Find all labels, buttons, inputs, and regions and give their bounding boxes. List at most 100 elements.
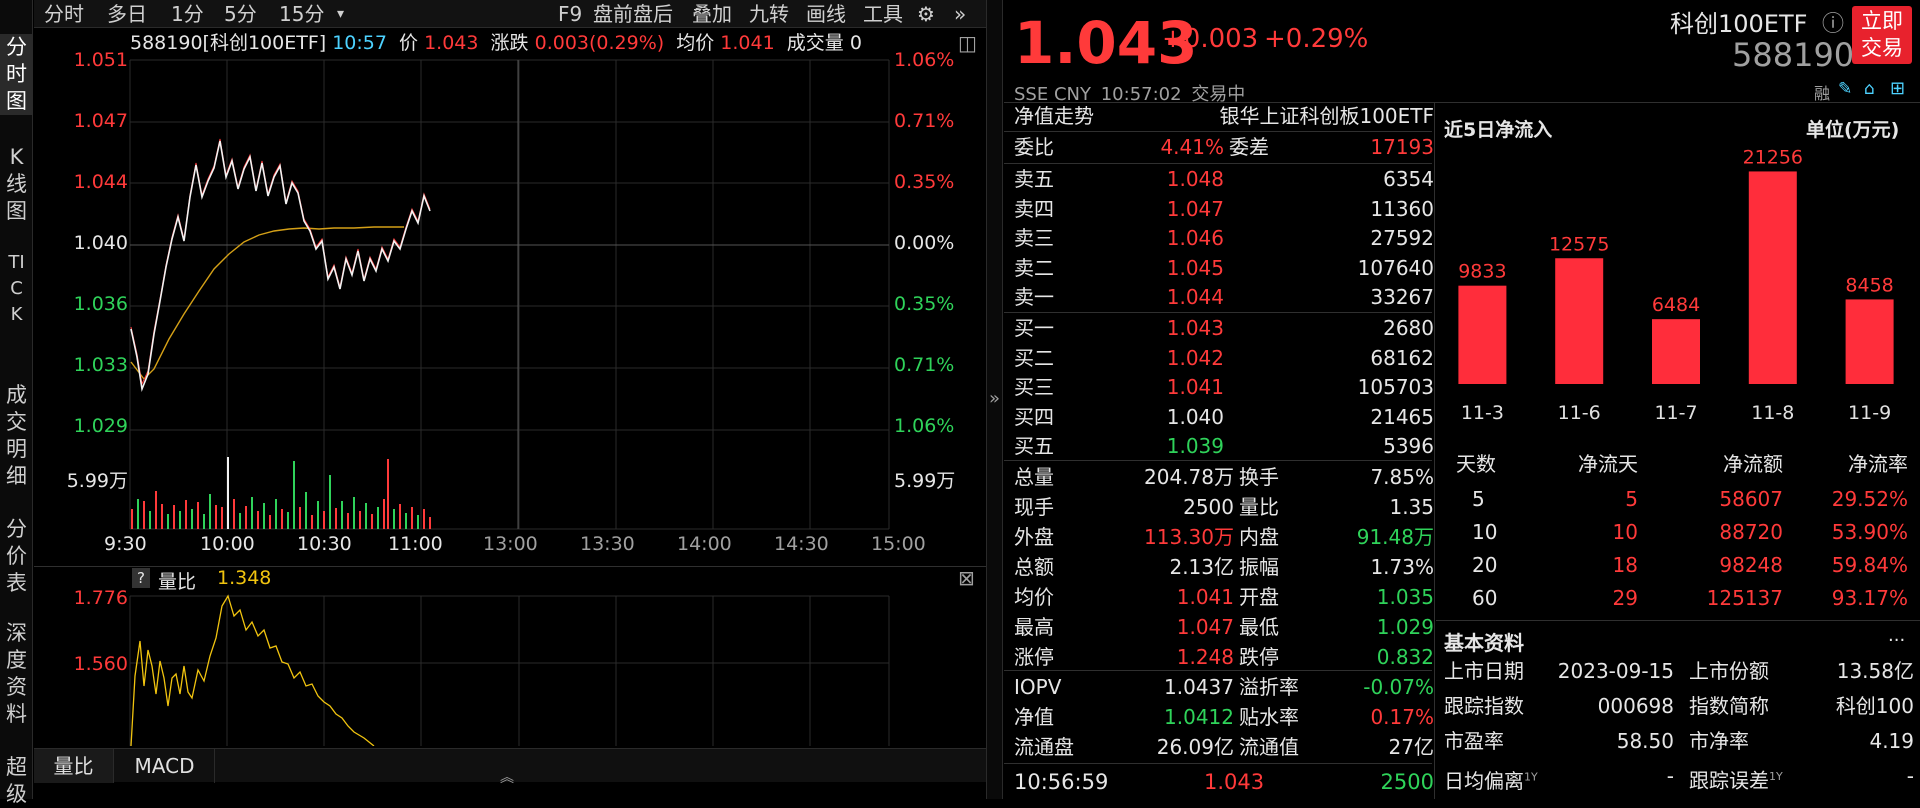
- time-tick-1500: 15:00: [871, 533, 926, 555]
- tab-trade-detail[interactable]: 成交明细: [0, 382, 33, 490]
- stat-value: 7.85%: [1370, 465, 1434, 489]
- buy-level-price: 1.043: [1166, 316, 1224, 340]
- add-icon[interactable]: ⊞: [1890, 78, 1905, 99]
- price-tick-6: 1.033: [73, 354, 128, 376]
- security-code-large: 588190: [1732, 36, 1855, 74]
- basic-label: 市净率: [1689, 729, 1749, 753]
- quote-panel: 1.043 +0.003 +0.29% 科创100ETF ⓘ 立即交易 5881…: [1004, 0, 1920, 799]
- toolbar-15min[interactable]: 15分: [279, 0, 324, 28]
- iopv-label: 流通值: [1239, 735, 1299, 759]
- toolbar-overlay[interactable]: 叠加: [692, 0, 732, 28]
- tab-volume-ratio[interactable]: 量比: [34, 749, 114, 783]
- basic-value: 13.58亿: [1836, 659, 1914, 683]
- vol-tick-left: 5.99万: [66, 470, 128, 492]
- tab-kline[interactable]: K线图: [0, 144, 33, 225]
- sell-level-row[interactable]: 卖二 1.045 107640: [1014, 254, 1434, 283]
- price-tick-5: 1.036: [73, 293, 128, 315]
- flow-header-cell: 净流额: [1723, 452, 1783, 476]
- inflow-bar: [1652, 319, 1700, 384]
- tab-timeshare[interactable]: 分时图: [0, 34, 33, 115]
- toolbar-draw[interactable]: 画线: [806, 0, 846, 28]
- buy-level-row[interactable]: 买五 1.039 5396: [1014, 432, 1434, 461]
- flow-header-cell: 净流天: [1578, 452, 1638, 476]
- inflow-value-label: 21256: [1743, 146, 1803, 168]
- sell-level-volume: 6354: [1383, 167, 1434, 191]
- stat-label: 换手: [1239, 465, 1279, 489]
- trade-now-button[interactable]: 立即交易: [1852, 6, 1912, 64]
- toolbar-nine-turn[interactable]: 九转: [749, 0, 789, 28]
- panel-divider[interactable]: »: [986, 0, 1003, 799]
- toolbar-premarket[interactable]: 盘前盘后: [593, 0, 673, 28]
- buy-level-volume: 105703: [1357, 375, 1434, 399]
- iopv-value: 0.17%: [1370, 705, 1434, 729]
- toolbar-tools[interactable]: 工具: [863, 0, 903, 28]
- toolbar-5min[interactable]: 5分: [224, 0, 257, 28]
- sell-level-label: 卖四: [1014, 196, 1054, 221]
- flow-table-row: 60 29 125137 93.17%: [1456, 584, 1908, 613]
- price-tick-2: 1.047: [73, 110, 128, 132]
- sell-level-price: 1.047: [1166, 196, 1224, 221]
- buy-level-row[interactable]: 买三 1.041 105703: [1014, 373, 1434, 402]
- sell-level-volume: 33267: [1370, 285, 1434, 309]
- info-icon[interactable]: ⓘ: [1822, 6, 1844, 38]
- volume-ratio-chart[interactable]: ? 量比 1.348 ⊠ 1.776 1.560: [34, 566, 986, 746]
- flow-cell-netdays: 18: [1612, 553, 1638, 577]
- buy-level-row[interactable]: 买一 1.043 2680: [1014, 314, 1434, 343]
- inflow-date-label: 11-7: [1654, 402, 1697, 424]
- buy-level-row[interactable]: 买四 1.040 21465: [1014, 403, 1434, 432]
- buy-level-label: 买二: [1014, 345, 1054, 370]
- basic-label: 指数简称: [1689, 694, 1769, 718]
- buy-level-label: 买四: [1014, 404, 1054, 429]
- tab-super[interactable]: 超级: [0, 754, 33, 808]
- time-tick-1100: 11:00: [388, 533, 443, 555]
- flow-cell-days: 60: [1472, 586, 1498, 610]
- stat-value: 1.041: [1176, 585, 1234, 609]
- sell-level-label: 卖一: [1014, 285, 1054, 309]
- edit-icon[interactable]: ✎: [1838, 79, 1852, 99]
- share-icon[interactable]: ⌂: [1864, 79, 1875, 99]
- tab-price-table[interactable]: 分价表: [0, 516, 33, 597]
- stat-value: 113.30万: [1144, 525, 1234, 549]
- flow-cell-netdays: 10: [1612, 520, 1638, 544]
- toolbar-timeshare[interactable]: 分时: [44, 0, 84, 28]
- flow-table-row: 20 18 98248 59.84%: [1456, 551, 1908, 580]
- stats-row: 涨停 1.248 跌停 0.832: [1014, 643, 1434, 672]
- tab-tick[interactable]: TICK: [0, 250, 33, 328]
- iopv-label: IOPV: [1014, 675, 1062, 699]
- flow-table-row: 5 5 58607 29.52%: [1456, 485, 1908, 514]
- double-chevron-right-icon[interactable]: »: [954, 0, 966, 28]
- basic-info-more[interactable]: ...: [1888, 625, 1905, 646]
- basic-sup: 1Y: [1769, 770, 1783, 783]
- tab-macd[interactable]: MACD: [115, 749, 215, 783]
- stats-row: 外盘 113.30万 内盘 91.48万: [1014, 523, 1434, 552]
- pct-tick-1: 1.06%: [894, 49, 955, 71]
- inflow-date-label: 11-8: [1751, 402, 1794, 424]
- toolbar-multiday[interactable]: 多日: [107, 0, 147, 28]
- nav-row[interactable]: 净值走势 银华上证科创板100ETF: [1014, 102, 1434, 131]
- sell-level-volume: 11360: [1370, 196, 1434, 221]
- weibi-row: 委比 4.41% 委差 17193: [1014, 133, 1434, 162]
- pct-tick-5: 0.35%: [894, 293, 955, 315]
- sell-level-row[interactable]: 卖三 1.046 27592: [1014, 224, 1434, 253]
- sell-level-row[interactable]: 卖四 1.047 11360: [1014, 195, 1434, 224]
- toolbar-f9[interactable]: F9: [558, 0, 582, 28]
- sell-level-row[interactable]: 卖五 1.048 6354: [1014, 165, 1434, 194]
- toolbar-dropdown-icon[interactable]: ▾: [337, 0, 344, 28]
- stat-value: 2500: [1183, 495, 1234, 519]
- price-tick-3: 1.044: [73, 171, 128, 193]
- stat-label: 总量: [1014, 465, 1054, 489]
- toolbar-1min[interactable]: 1分: [171, 0, 204, 28]
- sell-level-row[interactable]: 卖一 1.044 33267: [1014, 283, 1434, 312]
- stat-value: 2.13亿: [1169, 555, 1234, 579]
- timeshare-chart[interactable]: 588190[科创100ETF] 10:57 价 1.043 涨跌 0.003(…: [34, 29, 986, 563]
- tab-depth-data[interactable]: 深度资料: [0, 620, 33, 728]
- flow-table-header: 天数 净流天 净流额 净流率: [1456, 450, 1908, 478]
- gear-icon[interactable]: ⚙: [917, 0, 935, 28]
- iopv-row: 净值 1.0412 贴水率 0.17%: [1014, 703, 1434, 732]
- collapse-arrow-icon[interactable]: »: [989, 388, 1000, 409]
- buy-level-volume: 2680: [1383, 316, 1434, 340]
- buy-level-row[interactable]: 买二 1.042 68162: [1014, 344, 1434, 373]
- last-trade-price: 1.043: [1204, 770, 1265, 794]
- chevron-up-icon[interactable]: ︽: [500, 767, 514, 787]
- buy-level-label: 买五: [1014, 434, 1054, 458]
